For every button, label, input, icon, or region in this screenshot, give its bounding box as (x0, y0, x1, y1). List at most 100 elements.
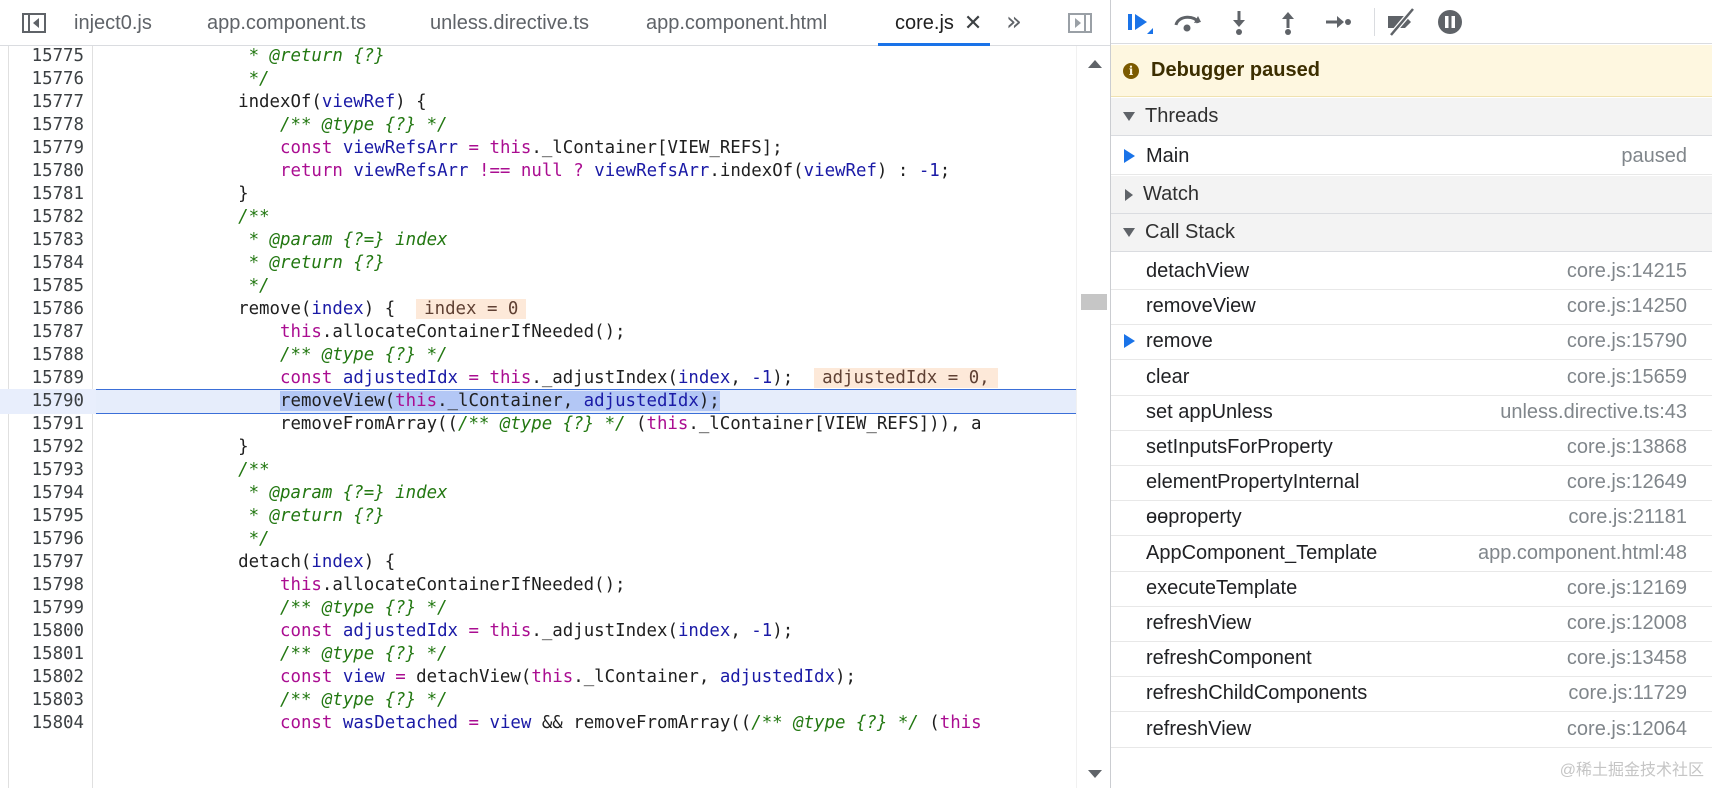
call-frame-row[interactable]: set appUnless unless.directive.ts:43 (1111, 393, 1712, 431)
line-number[interactable]: 15797 (8, 550, 84, 575)
call-frame-location[interactable]: core.js:12008 (1567, 612, 1687, 635)
line-number[interactable]: 15790 (0, 389, 84, 414)
line-number[interactable]: 15779 (8, 136, 84, 161)
tab-app-component-ts[interactable]: app.component.ts (207, 0, 366, 46)
line-number[interactable]: 15782 (8, 205, 84, 230)
call-frame-row[interactable]: executeTemplate core.js:12169 (1111, 569, 1712, 607)
threads-section-header[interactable]: Threads (1111, 98, 1712, 136)
line-number[interactable]: 15798 (8, 573, 84, 598)
line-number[interactable]: 15795 (8, 504, 84, 529)
code-line: 15775 * @return {?} (0, 46, 1076, 69)
toggle-debugger-button[interactable] (1066, 9, 1094, 37)
line-number[interactable]: 15803 (8, 688, 84, 713)
code-line: 15796 */ (0, 527, 1076, 552)
call-frame-row[interactable]: clear core.js:15659 (1111, 358, 1712, 396)
call-frame-location[interactable]: core.js:21181 (1568, 506, 1687, 529)
call-frame-location[interactable]: core.js:12064 (1567, 718, 1687, 741)
deactivate-breakpoints-button[interactable] (1385, 6, 1419, 38)
line-number[interactable]: 15802 (8, 665, 84, 690)
tab-core-js[interactable]: core.js ✕ (895, 0, 982, 46)
thread-row-main[interactable]: Main paused (1111, 137, 1712, 175)
code-line: 15780 return viewRefsArr !== null ? view… (0, 159, 1076, 184)
step-over-button[interactable] (1171, 6, 1205, 38)
call-frame-row[interactable]: refreshView core.js:12064 (1111, 710, 1712, 748)
line-number[interactable]: 15785 (8, 274, 84, 299)
code-view[interactable]: 15775 * @return {?} 15776 */15777 indexOf… (0, 46, 1110, 788)
line-number[interactable]: 15804 (8, 711, 84, 736)
call-frame-location[interactable]: core.js:15790 (1567, 330, 1687, 353)
line-number[interactable]: 15775 (8, 46, 84, 69)
line-number[interactable]: 15791 (8, 412, 84, 437)
call-frame-row[interactable]: refreshComponent core.js:13458 (1111, 639, 1712, 678)
call-frame-location[interactable]: core.js:13868 (1567, 436, 1687, 459)
pause-on-exceptions-button[interactable] (1433, 6, 1467, 38)
step-into-button[interactable] (1222, 6, 1256, 38)
line-number[interactable]: 15780 (8, 159, 84, 184)
line-number[interactable]: 15793 (8, 458, 84, 483)
call-frame-row[interactable]: refreshView core.js:12008 (1111, 604, 1712, 642)
code-line: 15791 removeFromArray((/** @type {?} */ … (0, 412, 1076, 437)
call-frame-name: executeTemplate (1146, 576, 1298, 599)
step-out-button[interactable] (1271, 6, 1305, 38)
code-text: * @return {?} (102, 506, 385, 526)
call-frame-location[interactable]: unless.directive.ts:43 (1500, 401, 1687, 424)
code-line: 15783 * @param {?=} index (0, 228, 1076, 253)
tab-unless-directive-ts[interactable]: unless.directive.ts (430, 0, 589, 46)
call-frame-row[interactable]: AppComponent_Template app.component.html:… (1111, 534, 1712, 572)
toggle-navigator-button[interactable] (20, 9, 48, 37)
line-number[interactable]: 15776 (8, 67, 84, 92)
code-line: 15798 this.allocateContainerIfNeeded(); (0, 573, 1076, 598)
editor-scrollbar[interactable] (1076, 46, 1110, 788)
line-number[interactable]: 15784 (8, 251, 84, 276)
code-line: 15784 * @return {?} (0, 251, 1076, 276)
call-frame-location[interactable]: core.js:15659 (1567, 366, 1687, 389)
scroll-down-icon[interactable] (1088, 770, 1102, 778)
line-number[interactable]: 15778 (8, 113, 84, 138)
line-number[interactable]: 15777 (8, 90, 84, 115)
tab-inject0-js[interactable]: inject0.js (74, 0, 152, 46)
line-number[interactable]: 15794 (8, 481, 84, 506)
code-text: this.allocateContainerIfNeeded(); (280, 575, 626, 595)
line-number[interactable]: 15787 (8, 320, 84, 345)
more-tabs-button[interactable]: » (1001, 8, 1027, 38)
tab-app-component-html[interactable]: app.component.html (646, 0, 827, 46)
line-number[interactable]: 15800 (8, 619, 84, 644)
debugger-sidebar: i Debugger paused Threads Main paused Wa… (1110, 0, 1712, 788)
paused-status: Debugger paused (1151, 59, 1320, 81)
call-frame-location[interactable]: core.js:12169 (1567, 577, 1687, 600)
line-number[interactable]: 15786 (8, 297, 84, 322)
watch-section-header[interactable]: Watch (1111, 176, 1712, 214)
scrollbar-thumb[interactable] (1081, 294, 1107, 310)
call-frame-location[interactable]: core.js:11729 (1568, 682, 1687, 705)
line-number[interactable]: 15788 (8, 343, 84, 368)
line-number[interactable]: 15789 (8, 366, 84, 391)
call-frame-location[interactable]: core.js:12649 (1567, 471, 1687, 494)
line-number[interactable]: 15781 (8, 182, 84, 207)
call-frame-location[interactable]: app.component.html:48 (1478, 542, 1687, 565)
callstack-section-header[interactable]: Call Stack (1111, 214, 1712, 252)
line-number[interactable]: 15801 (8, 642, 84, 667)
line-number[interactable]: 15792 (8, 435, 84, 460)
call-frame-location[interactable]: core.js:14215 (1567, 260, 1687, 283)
call-frame-location[interactable]: core.js:13458 (1567, 647, 1687, 670)
code-text: */ (102, 529, 270, 549)
line-number[interactable]: 15783 (8, 228, 84, 253)
call-frame-row[interactable]: refreshChildComponents core.js:11729 (1111, 674, 1712, 713)
call-frame-location[interactable]: core.js:14250 (1567, 295, 1687, 318)
step-over-icon (1174, 15, 1201, 32)
code-line: 15794 * @param {?=} index (0, 481, 1076, 506)
resume-button[interactable] (1123, 6, 1157, 38)
call-frame-row[interactable]: elementPropertyInternal core.js:12649 (1111, 463, 1712, 502)
close-icon[interactable]: ✕ (964, 10, 982, 36)
call-frame-row[interactable]: ɵɵproperty core.js:21181 (1111, 498, 1712, 537)
call-frame-row[interactable]: setInputsForProperty core.js:13868 (1111, 428, 1712, 466)
step-button[interactable] (1321, 6, 1355, 38)
line-number[interactable]: 15799 (8, 596, 84, 621)
call-frame-name: set appUnless (1146, 400, 1273, 423)
scroll-up-icon[interactable] (1088, 60, 1102, 68)
call-frame-row[interactable]: detachView core.js:14215 (1111, 252, 1712, 290)
call-frame-row[interactable]: remove core.js:15790 (1111, 322, 1712, 361)
call-frame-row[interactable]: removeView core.js:14250 (1111, 287, 1712, 326)
line-number[interactable]: 15796 (8, 527, 84, 552)
code-line: 15797 detach(index) { (0, 550, 1076, 575)
